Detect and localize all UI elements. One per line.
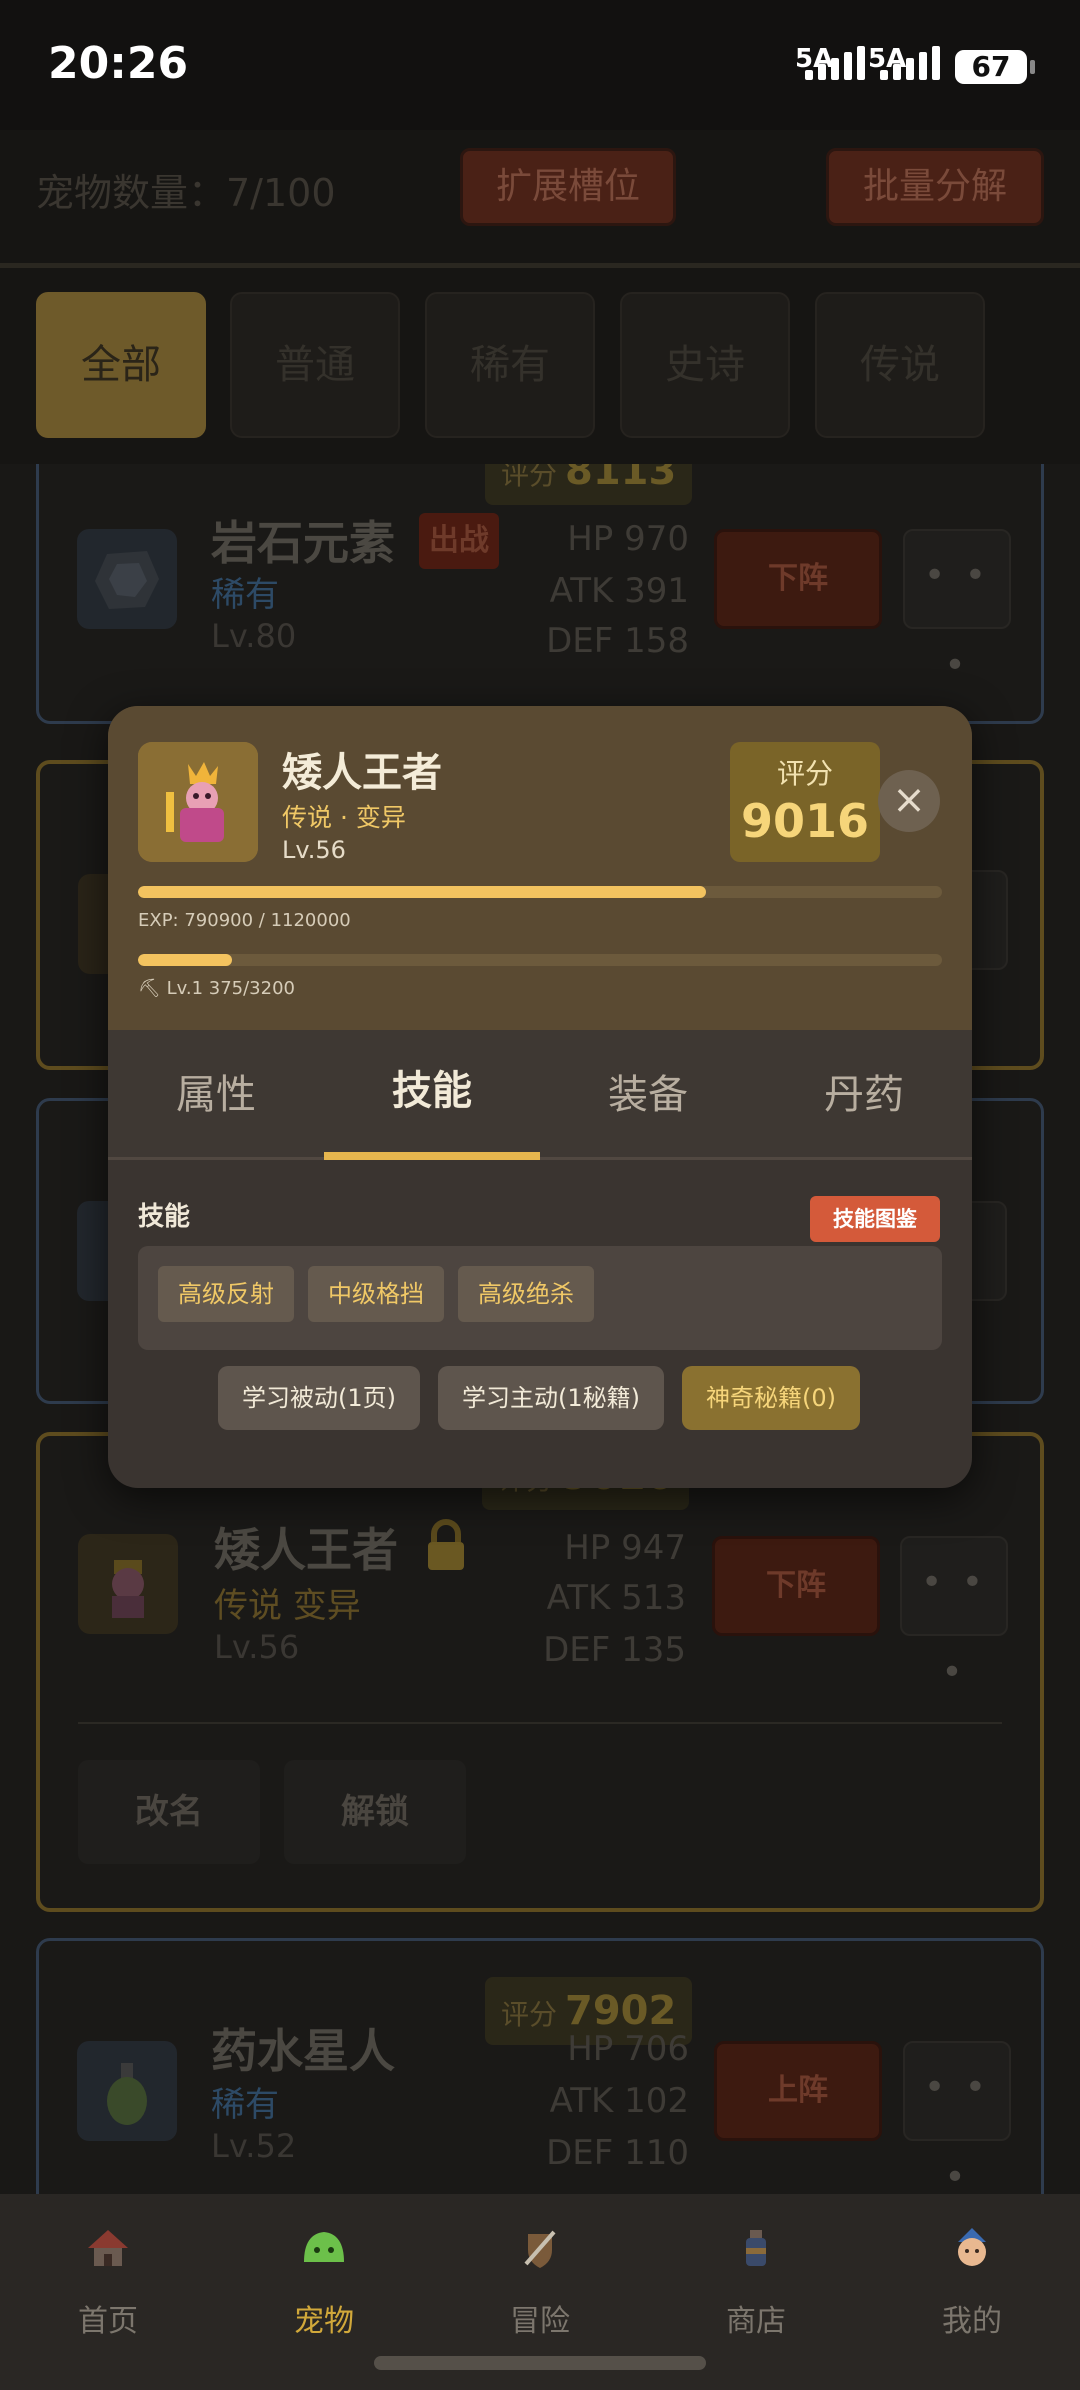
filter-epic[interactable]: 史诗 xyxy=(620,292,790,438)
card-divider xyxy=(78,1722,1002,1724)
pet-level: Lv.56 xyxy=(214,1628,300,1666)
pet-level: Lv.52 xyxy=(211,2127,297,2165)
unlock-button[interactable]: 解锁 xyxy=(284,1760,466,1864)
house-icon xyxy=(84,2224,132,2272)
pet-name: 药水星人 xyxy=(211,2024,395,2078)
filter-common[interactable]: 普通 xyxy=(230,292,400,438)
skills-section-title: 技能 xyxy=(138,1202,191,1232)
pet-name: 矮人王者 xyxy=(214,1523,398,1577)
skill-chip[interactable]: 高级反射 xyxy=(158,1266,294,1322)
skill-chip[interactable]: 高级绝杀 xyxy=(458,1266,594,1322)
nav-label: 冒险 xyxy=(510,2304,570,2339)
close-button[interactable]: × xyxy=(878,770,940,832)
score-label: 评分 xyxy=(776,757,833,790)
status-bar: 20:26 5A 5A 67 xyxy=(0,0,1080,130)
pet-screen: 20:26 5A 5A 67 宠物数量：7/100 扩展槽位 批量分解 全部 普… xyxy=(0,0,1080,2390)
pet-name: 岩石元素 xyxy=(211,516,395,570)
clock: 20:26 xyxy=(48,38,189,89)
nav-profile[interactable]: 我的 xyxy=(864,2194,1080,2390)
home-indicator[interactable] xyxy=(374,2356,706,2370)
stat-hp: HP 970 xyxy=(567,519,689,559)
mining-bar xyxy=(138,954,942,966)
filter-legendary[interactable]: 传说 xyxy=(815,292,985,438)
avatar-icon xyxy=(948,2224,996,2272)
rename-button[interactable]: 改名 xyxy=(78,1760,260,1864)
stat-def: DEF 110 xyxy=(546,2133,689,2173)
batch-decompose-button[interactable]: 批量分解 xyxy=(826,148,1044,226)
score-tag: 评分 8113 xyxy=(485,464,693,505)
pet-count: 宠物数量：7/100 xyxy=(36,171,336,215)
lock-icon[interactable] xyxy=(424,1518,468,1572)
pet-detail-modal: 矮人王者 传说 · 变异 Lv.56 评分 9016 × EXP: 790900… xyxy=(108,706,972,1488)
pet-level: Lv.56 xyxy=(282,836,346,864)
mining-level-text: ⛏ Lv.1 375/3200 xyxy=(138,978,295,999)
skill-chip[interactable]: 中级格挡 xyxy=(308,1266,444,1322)
exp-text: EXP: 790900 / 1120000 xyxy=(138,910,351,931)
pet-level: Lv.80 xyxy=(211,617,297,655)
stat-def: DEF 135 xyxy=(543,1630,686,1670)
stat-atk: ATK 513 xyxy=(546,1578,686,1618)
modal-header: 矮人王者 传说 · 变异 Lv.56 评分 9016 × EXP: 790900… xyxy=(108,706,972,1030)
potion-star-icon xyxy=(77,2041,177,2141)
score-value: 9016 xyxy=(740,794,870,848)
skill-list: 高级反射 中级格挡 高级绝杀 xyxy=(138,1246,942,1350)
learn-passive-button[interactable]: 学习被动(1页) xyxy=(218,1366,420,1430)
tab-skills[interactable]: 技能 xyxy=(324,1030,540,1160)
potion-icon xyxy=(732,2224,780,2272)
pet-name: 矮人王者 xyxy=(282,750,442,796)
stat-hp: HP 947 xyxy=(564,1528,686,1568)
nav-home[interactable]: 首页 xyxy=(0,2194,216,2390)
undeploy-button[interactable]: 下阵 xyxy=(714,529,882,629)
learn-active-button[interactable]: 学习主动(1秘籍) xyxy=(438,1366,664,1430)
score-box: 评分 9016 xyxy=(730,742,880,862)
magic-book-button[interactable]: 神奇秘籍(0) xyxy=(682,1366,860,1430)
pet-rarity: 传说 变异 xyxy=(214,1586,361,1626)
tab-attributes[interactable]: 属性 xyxy=(108,1030,324,1160)
deploy-button[interactable]: 上阵 xyxy=(714,2041,882,2141)
more-options-button[interactable]: • • • xyxy=(903,2041,1011,2194)
tab-equipment[interactable]: 装备 xyxy=(540,1030,756,1160)
pet-rarity: 稀有 xyxy=(211,2085,279,2125)
mining-bar-fill xyxy=(138,954,233,966)
filter-rare[interactable]: 稀有 xyxy=(425,292,595,438)
more-options-button[interactable]: • • • xyxy=(903,529,1011,686)
pet-tags: 传说 · 变异 xyxy=(282,803,406,832)
more-options-button[interactable]: • • • xyxy=(900,1536,1008,1693)
tab-pills[interactable]: 丹药 xyxy=(756,1030,972,1160)
undeploy-button[interactable]: 下阵 xyxy=(712,1536,880,1636)
deployed-badge: 出战 xyxy=(419,513,499,569)
nav-label: 我的 xyxy=(942,2304,1002,2339)
exp-bar-fill xyxy=(138,886,706,898)
filter-all[interactable]: 全部 xyxy=(36,292,206,438)
expand-slots-button[interactable]: 扩展槽位 xyxy=(460,148,676,226)
pet-card-rock[interactable]: 岩石元素 出战 稀有 Lv.80 评分 8113 HP 970 ATK 391 D… xyxy=(36,464,1044,724)
stat-hp: HP 706 xyxy=(567,2029,689,2069)
signal-icon xyxy=(805,46,865,80)
rock-elemental-icon xyxy=(77,529,177,629)
dwarf-king-icon xyxy=(78,1534,178,1634)
stat-atk: ATK 391 xyxy=(549,571,689,611)
nav-label: 首页 xyxy=(78,2304,138,2339)
pet-card-dwarf-king[interactable]: 矮人王者 传说 变异 Lv.56 评分9016 HP 947 ATK 513 D… xyxy=(36,1432,1044,1912)
skill-codex-button[interactable]: 技能图鉴 xyxy=(810,1196,940,1242)
dwarf-king-avatar-icon xyxy=(138,742,258,862)
stat-def: DEF 158 xyxy=(546,621,689,661)
exp-bar xyxy=(138,886,942,898)
stat-atk: ATK 102 xyxy=(549,2081,689,2121)
pet-rarity: 稀有 xyxy=(211,575,279,615)
battery-icon: 67 xyxy=(955,50,1035,84)
slime-icon xyxy=(300,2224,348,2272)
nav-label: 商店 xyxy=(726,2304,786,2339)
nav-label: 宠物 xyxy=(294,2304,354,2339)
signal-icon xyxy=(880,46,940,80)
pet-card-potion-star[interactable]: 药水星人 稀有 Lv.52 评分 7902 HP 706 ATK 102 DEF … xyxy=(36,1938,1044,2194)
pet-header: 宠物数量：7/100 扩展槽位 批量分解 xyxy=(0,130,1080,268)
rarity-filter-bar: 全部 普通 稀有 史诗 传说 xyxy=(0,268,1080,464)
modal-tabs: 属性 技能 装备 丹药 xyxy=(108,1030,972,1160)
sword-shield-icon xyxy=(516,2224,564,2272)
